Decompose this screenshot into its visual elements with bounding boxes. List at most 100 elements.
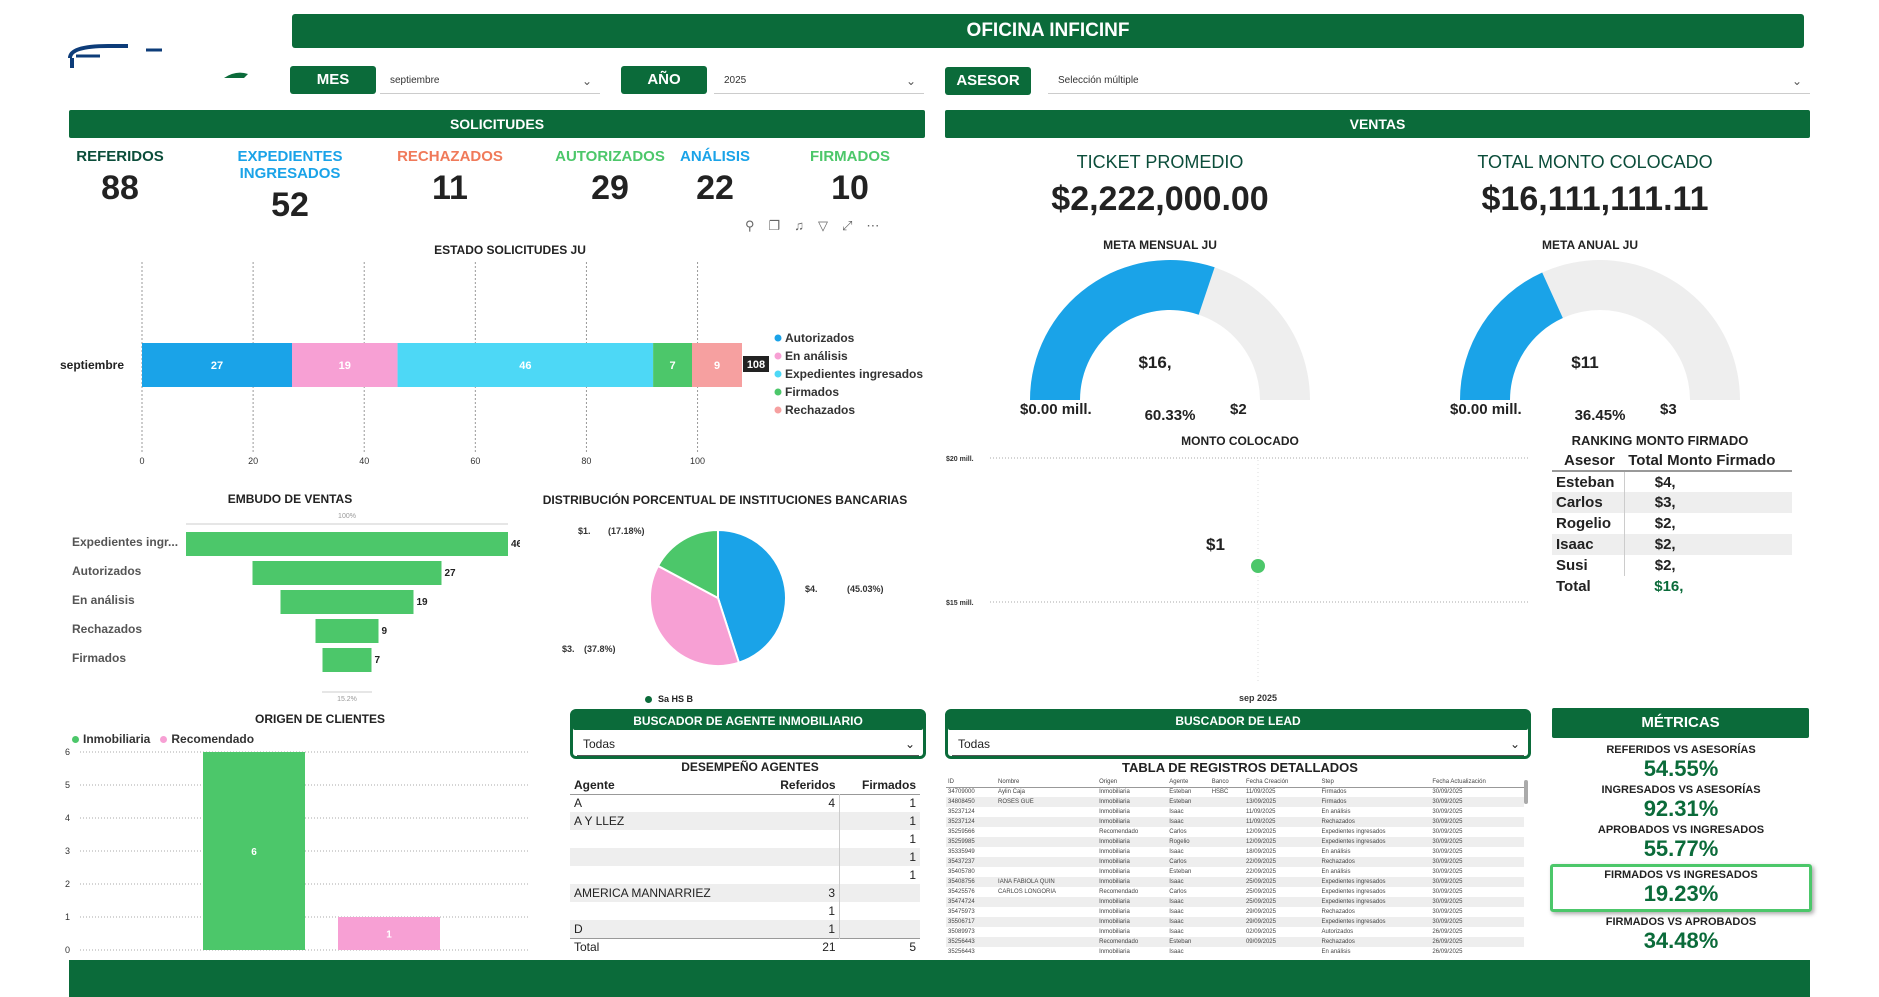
- table-row[interactable]: 35237124 Inmobiliaria Isaac 11/09/2025 Recha…: [946, 817, 1524, 827]
- table-cell: Isaac: [1169, 849, 1184, 855]
- bell-icon[interactable]: ♫: [794, 218, 804, 236]
- col-header[interactable]: Agente: [1167, 777, 1209, 787]
- table-row[interactable]: 1: [570, 866, 920, 884]
- chevron-down-icon: ⌄: [581, 74, 592, 88]
- cell-monto: $2,: [1654, 536, 1676, 553]
- ticket-promedio-label: TICKET PROMEDIO: [1076, 152, 1244, 172]
- pie-legend: Sa HS B: [645, 694, 693, 704]
- table-row[interactable]: 35237124 Inmobiliaria Isaac 11/09/2025 En an…: [946, 807, 1524, 817]
- table-row[interactable]: A Y LLEZ 1: [570, 812, 920, 830]
- expand-icon[interactable]: ⤢: [842, 218, 852, 236]
- tabla-registros-table: ID Nombre Origen Agente Banco Fecha Creación S…: [946, 777, 1524, 957]
- table-row[interactable]: 1: [570, 902, 920, 920]
- col-header[interactable]: Asesor: [1552, 450, 1624, 471]
- solicitudes-section-header: SOLICITUDES: [69, 110, 925, 138]
- col-header[interactable]: Step: [1320, 777, 1431, 787]
- kpi-label: FIRMADOS: [810, 148, 890, 165]
- table-row[interactable]: 35506717 Inmobiliaria Isaac 29/09/2025 Exped…: [946, 917, 1524, 927]
- logo: [68, 36, 278, 86]
- col-header[interactable]: Fecha Creación: [1244, 777, 1320, 787]
- ranking-row[interactable]: Isaac $2,: [1552, 534, 1792, 555]
- table-cell: [996, 897, 1097, 907]
- col-header[interactable]: Agente: [570, 776, 758, 794]
- table-cell: [996, 867, 1097, 877]
- asesor-dropdown[interactable]: Selección múltiple ⌄: [1048, 68, 1810, 94]
- more-options-icon[interactable]: ⋯: [866, 218, 879, 236]
- table-row[interactable]: 35259985 Inmobiliaria Rogelio 12/09/2025 Exp…: [946, 837, 1524, 847]
- table-cell: Isaac: [1169, 919, 1184, 925]
- funnel-category-label: Rechazados: [72, 622, 142, 636]
- monto-colocado-chart: $20 mill. $15 mill. $1 sep 2025: [946, 456, 1530, 703]
- cell-asesor: Susi: [1552, 555, 1625, 576]
- table-row[interactable]: A 4 1: [570, 794, 920, 812]
- table-row[interactable]: 34808450 ROSES GUE Inmobiliaria Esteban 13/0…: [946, 797, 1524, 807]
- table-cell: Recomendado: [1099, 829, 1139, 835]
- ranking-row[interactable]: Susi $2,: [1552, 555, 1792, 576]
- kpi-label: REFERIDOS: [76, 148, 164, 165]
- kpi-card: RECHAZADOS 11: [385, 148, 515, 208]
- metric-label: FIRMADOS VS INGRESADOS: [1604, 869, 1758, 881]
- table-row[interactable]: 35259566 Recomendado Carlos 12/09/2025 Exped…: [946, 827, 1524, 837]
- table-cell: Expedientes ingresados: [1321, 889, 1386, 895]
- table-cell: En análisis: [1321, 869, 1351, 875]
- table-row[interactable]: 34709000 Aylin Caja Inmobiliaria Esteban HSB…: [946, 787, 1524, 797]
- table-row[interactable]: 35256443 Recomendado Esteban 09/09/2025 Rech…: [946, 937, 1524, 947]
- mes-dropdown[interactable]: septiembre ⌄: [380, 68, 600, 94]
- table-header-row: Agente Referidos Firmados: [570, 776, 920, 794]
- table-cell: 35256443: [948, 939, 975, 945]
- origen-legend: Inmobiliaria Recomendado: [72, 730, 254, 748]
- col-header[interactable]: Origen: [1097, 777, 1167, 787]
- anio-dropdown[interactable]: 2025 ⌄: [714, 68, 924, 94]
- ranking-row[interactable]: Esteban $4,: [1552, 471, 1792, 492]
- col-header[interactable]: Firmados: [840, 776, 920, 794]
- table-row[interactable]: AMERICA MANNARRIEZ 3: [570, 884, 920, 902]
- ranking-row[interactable]: Carlos $3,: [1552, 492, 1792, 513]
- pin-icon[interactable]: ⚲: [745, 218, 755, 236]
- col-header[interactable]: Referidos: [758, 776, 840, 794]
- buscador-agente-select[interactable]: Todas ⌄: [577, 732, 919, 756]
- metricas-section-header: MÉTRICAS: [1552, 708, 1809, 738]
- table-row[interactable]: 35335949 Inmobiliaria Isaac 18/09/2025 En an…: [946, 847, 1524, 857]
- bar-data-label: 46: [519, 360, 531, 372]
- copy-icon[interactable]: ❐: [769, 218, 781, 236]
- buscador-lead-select[interactable]: Todas ⌄: [952, 732, 1524, 756]
- table-row[interactable]: D 1: [570, 920, 920, 938]
- kpi-label: ANÁLISIS: [679, 148, 750, 165]
- table-cell: Recomendado: [1099, 939, 1139, 945]
- table-row[interactable]: 35425576 CARLOS LONGORIA Recomendado Carlos…: [946, 887, 1524, 897]
- buscador-lead-title: BUSCADOR DE LEAD: [948, 712, 1528, 730]
- kpi-card: ANÁLISIS 22: [665, 148, 765, 208]
- filter-icon[interactable]: ▽: [818, 218, 828, 236]
- bar-data-label: 7: [669, 360, 675, 372]
- col-header[interactable]: Banco: [1210, 777, 1244, 787]
- table-cell: Isaac: [1169, 819, 1184, 825]
- tabla-registros-wrapper[interactable]: ID Nombre Origen Agente Banco Fecha Creación S…: [946, 777, 1531, 957]
- table-cell: 13/09/2025: [1245, 799, 1276, 805]
- col-header[interactable]: ID: [946, 777, 996, 787]
- y-tick-label: 4: [65, 813, 70, 823]
- tabla-scrollbar[interactable]: [1524, 780, 1528, 804]
- table-row[interactable]: 1: [570, 848, 920, 866]
- kpi-value: 11: [432, 169, 468, 207]
- cell-agente: A: [574, 796, 583, 811]
- table-cell: 09/09/2025: [1245, 939, 1276, 945]
- col-header[interactable]: Fecha Actualización: [1430, 777, 1524, 787]
- table-row[interactable]: 35474724 Inmobiliaria Isaac 25/09/2025 Exped…: [946, 897, 1524, 907]
- table-row[interactable]: 35089973 Inmobiliaria Isaac 02/09/2025 Autor…: [946, 927, 1524, 937]
- table-cell: Esteban: [1169, 869, 1192, 875]
- table-row[interactable]: 1: [570, 830, 920, 848]
- col-header[interactable]: Nombre: [996, 777, 1097, 787]
- table-cell: 35506717: [948, 919, 975, 925]
- ranking-row[interactable]: Rogelio $2,: [1552, 513, 1792, 534]
- table-row[interactable]: 35256443 Inmobiliaria Isaac En análisis 26/0…: [946, 947, 1524, 957]
- table-row[interactable]: 35405780 Inmobiliaria Esteban 22/09/2025 En …: [946, 867, 1524, 877]
- table-cell: [1210, 937, 1244, 947]
- table-row[interactable]: 35475973 Inmobiliaria Isaac 29/09/2025 Recha…: [946, 907, 1524, 917]
- gauge-pct-label: 60.33%: [1145, 407, 1196, 424]
- table-cell: 35089973: [948, 929, 975, 935]
- table-row[interactable]: 35408756 IANA FABIOLA QUIN Inmobiliaria Isa…: [946, 877, 1524, 887]
- col-header[interactable]: Total Monto Firmado: [1624, 450, 1792, 471]
- table-cell: 35237124: [948, 819, 975, 825]
- x-tick-label: 60: [470, 456, 480, 466]
- table-row[interactable]: 35437237 Inmobiliaria Carlos 22/09/2025 Rech…: [946, 857, 1524, 867]
